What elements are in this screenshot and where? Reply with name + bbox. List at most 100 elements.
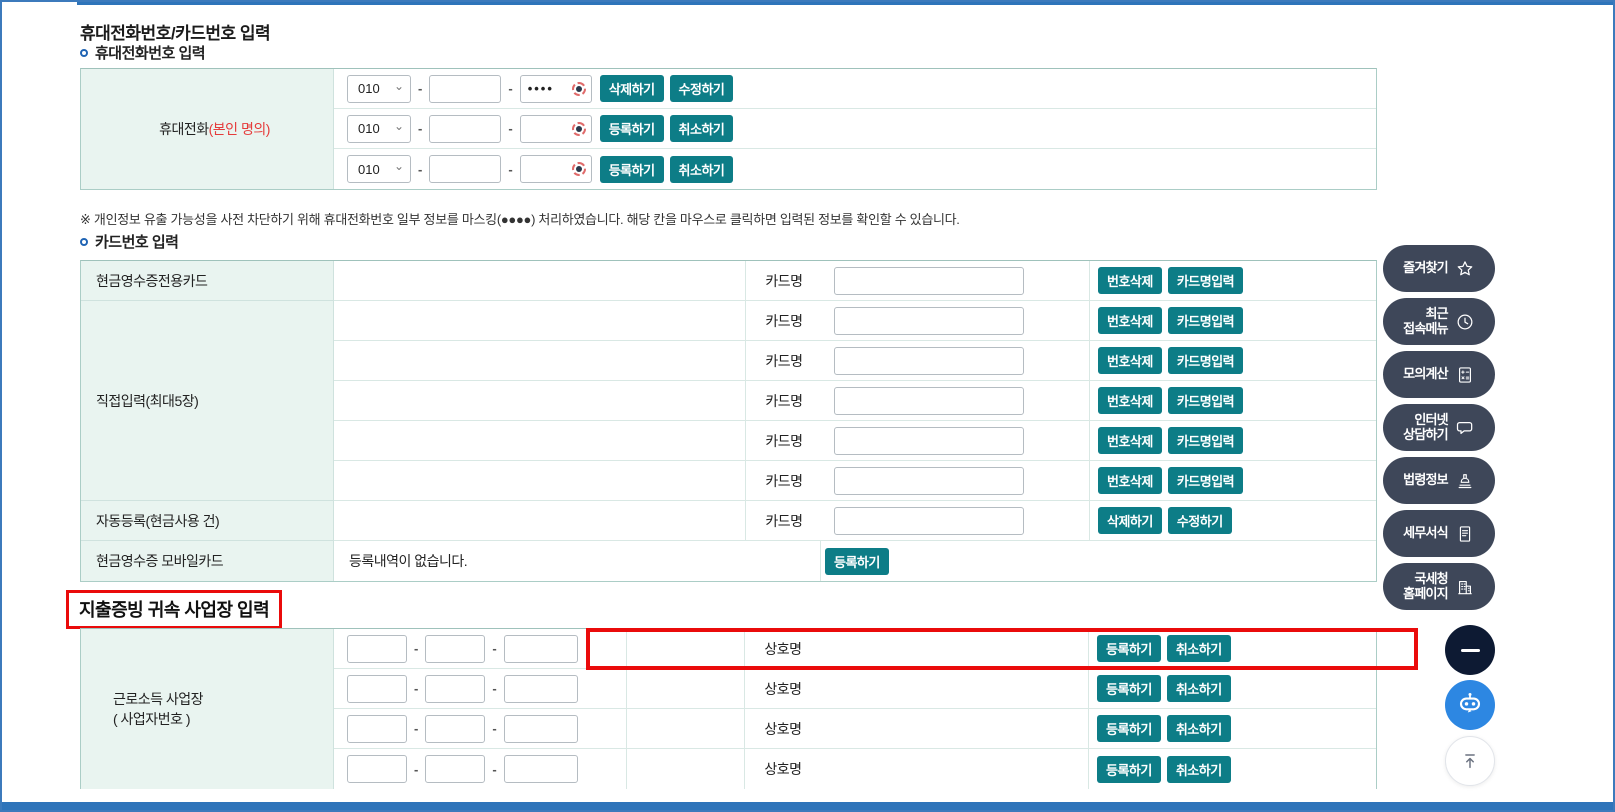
top-divider [77,2,1613,5]
section-bullet-icon [80,238,88,246]
business-row-filler [627,669,745,708]
phone-row-label: 휴대전화(본인 명의) [81,69,333,189]
masking-eye-icon[interactable] [572,162,586,176]
card-name-input[interactable] [834,307,1024,335]
card-name-input[interactable] [834,347,1024,375]
cancel-button[interactable]: 취소하기 [670,156,734,183]
delete-number-button[interactable]: 번호삭제 [1098,387,1162,414]
register-button[interactable]: 등록하기 [825,548,889,575]
delete-button[interactable]: 삭제하기 [1098,507,1162,534]
quick-menu-recent[interactable]: 최근접속메뉴 [1383,298,1495,345]
register-button[interactable]: 등록하기 [1097,756,1161,783]
business-number-part3-input[interactable] [504,755,578,783]
card-row-direct-3: 카드명 번호삭제 카드명입력 [334,381,1376,421]
enter-card-name-button[interactable]: 카드명입력 [1168,347,1243,374]
delete-number-button[interactable]: 번호삭제 [1098,427,1162,454]
register-button[interactable]: 등록하기 [600,156,664,183]
building-icon [1455,577,1475,597]
register-button[interactable]: 등록하기 [1097,675,1161,702]
business-number-inputs: - - [334,749,627,789]
business-rows: - - 상호명 등록하기 취소하기 - [334,629,1376,789]
card-name-input[interactable] [834,427,1024,455]
business-number-part1-input[interactable] [347,715,407,743]
quick-menu-simulation[interactable]: 모의계산 [1383,351,1495,398]
quick-menu-internet-consult[interactable]: 인터넷상담하기 [1383,404,1495,451]
quick-menu-favorites[interactable]: 즐겨찾기 [1383,245,1495,292]
business-number-part1-input[interactable] [347,635,407,663]
business-number-part3-input[interactable] [504,675,578,703]
cancel-button[interactable]: 취소하기 [1167,756,1231,783]
clock-icon [1455,312,1475,332]
delete-number-button[interactable]: 번호삭제 [1098,307,1162,334]
company-name-cell [821,749,1089,789]
phone-middle-input[interactable] [429,75,501,103]
company-name-field-label: 상호명 [745,709,821,748]
business-number-part2-input[interactable] [425,675,485,703]
dash-separator: - [492,681,496,696]
business-number-part2-input[interactable] [425,635,485,663]
business-number-part3-input[interactable] [504,635,578,663]
delete-number-button[interactable]: 번호삭제 [1098,347,1162,374]
cancel-button[interactable]: 취소하기 [1167,675,1231,702]
gavel-icon [1455,471,1475,491]
card-name-input[interactable] [834,387,1024,415]
business-number-part2-input[interactable] [425,755,485,783]
business-number-part1-input[interactable] [347,755,407,783]
register-button[interactable]: 등록하기 [600,115,664,142]
phone-prefix-wrap: 010 ⌄ [347,75,411,103]
phone-table-label-column: 휴대전화(본인 명의) [81,69,334,189]
cancel-button[interactable]: 취소하기 [1167,715,1231,742]
phone-middle-input[interactable] [429,155,501,183]
business-number-part2-input[interactable] [425,715,485,743]
chatbot-button[interactable] [1445,680,1495,730]
phone-prefix-select[interactable]: 010 [347,115,411,143]
masking-eye-icon[interactable] [572,122,586,136]
delete-number-button[interactable]: 번호삭제 [1098,267,1162,294]
quick-menu-nts-homepage[interactable]: 국세청홈페이지 [1383,563,1495,610]
business-row-3: - - 상호명 등록하기 취소하기 [334,709,1376,749]
card-name-input[interactable] [834,467,1024,495]
calculator-icon [1455,365,1475,385]
dash-separator: - [508,121,512,136]
card-name-input[interactable] [834,267,1024,295]
card-name-field-label: 카드명 [746,261,822,300]
scroll-to-top-button[interactable] [1445,736,1495,786]
card-row-spacer [334,461,746,500]
delete-button[interactable]: 삭제하기 [600,75,664,102]
cancel-button[interactable]: 취소하기 [1167,635,1231,662]
phone-last-wrap [520,155,592,183]
cancel-button[interactable]: 취소하기 [670,115,734,142]
masking-eye-icon[interactable] [572,82,586,96]
quick-menu-law-info[interactable]: 법령정보 [1383,457,1495,504]
phone-prefix-select[interactable]: 010 [347,155,411,183]
company-name-field-label: 상호명 [745,749,821,789]
enter-card-name-button[interactable]: 카드명입력 [1168,307,1243,334]
collapse-quick-menu-button[interactable] [1445,625,1495,675]
minus-icon [1461,649,1480,652]
business-row-filler [627,629,745,668]
business-row-2: - - 상호명 등록하기 취소하기 [334,669,1376,709]
enter-card-name-button[interactable]: 카드명입력 [1168,387,1243,414]
register-button[interactable]: 등록하기 [1097,635,1161,662]
enter-card-name-button[interactable]: 카드명입력 [1168,427,1243,454]
enter-card-name-button[interactable]: 카드명입력 [1168,467,1243,494]
business-number-part1-input[interactable] [347,675,407,703]
card-name-input[interactable] [834,507,1024,535]
delete-number-button[interactable]: 번호삭제 [1098,467,1162,494]
dash-separator: - [418,162,422,177]
dash-separator: - [492,721,496,736]
dash-separator: - [508,162,512,177]
phone-prefix-select[interactable]: 010 [347,75,411,103]
register-button[interactable]: 등록하기 [1097,715,1161,742]
phone-label-note: (본인 명의) [209,119,270,139]
company-name-cell [821,629,1089,668]
business-number-part3-input[interactable] [504,715,578,743]
quick-menu-tax-forms[interactable]: 세무서식 [1383,510,1495,557]
card-section-heading: 카드번호 입력 [80,231,178,252]
card-section-heading-text: 카드번호 입력 [95,231,178,252]
edit-button[interactable]: 수정하기 [670,75,734,102]
edit-button[interactable]: 수정하기 [1168,507,1232,534]
card-row-spacer [334,421,746,460]
enter-card-name-button[interactable]: 카드명입력 [1168,267,1243,294]
phone-middle-input[interactable] [429,115,501,143]
